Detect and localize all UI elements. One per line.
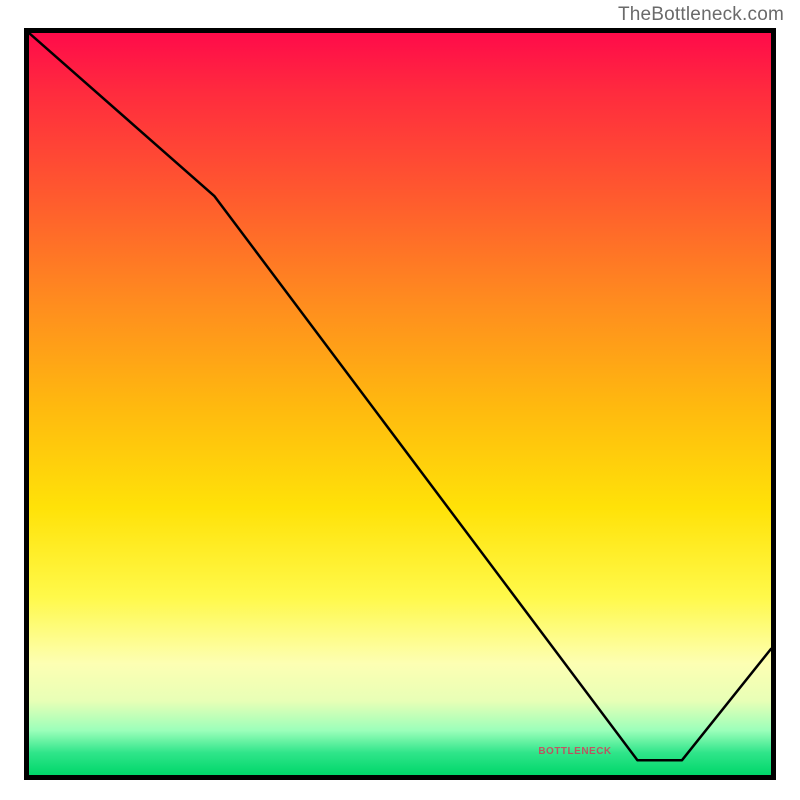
line-series <box>29 33 771 775</box>
chart-wrapper: TheBottleneck.com BOTTLENECK <box>0 0 800 800</box>
attribution-label: TheBottleneck.com <box>618 4 784 26</box>
plot-area: BOTTLENECK <box>24 28 776 780</box>
curve-path <box>29 33 771 760</box>
